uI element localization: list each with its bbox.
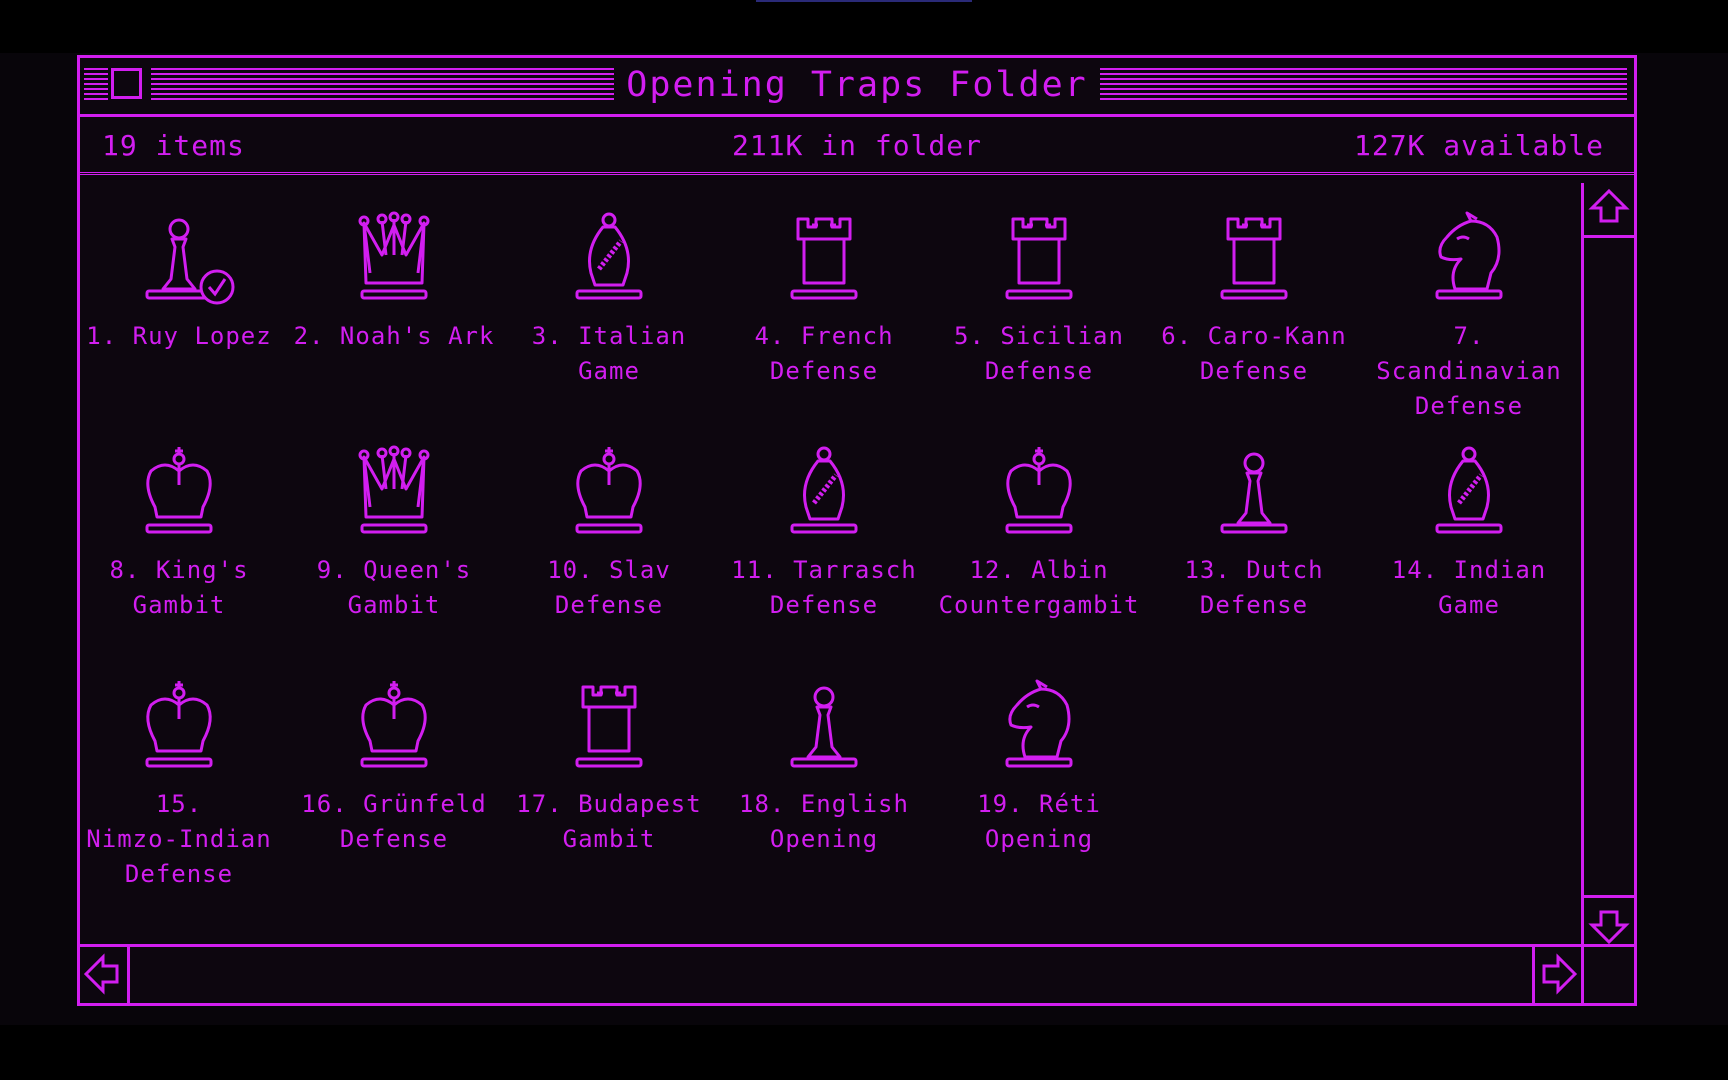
king-icon [575,447,643,534]
bishop-icon [790,446,858,534]
king-icon [145,681,213,768]
folder-item-label: 3. Italian Game [531,322,687,385]
folder-item[interactable]: 10. Slav Defense [502,443,716,623]
pawn-icon [145,218,235,305]
scroll-down-button[interactable] [1584,895,1634,950]
folder-item[interactable]: 9. Queen's Gambit [287,443,501,623]
folder-item[interactable]: 1. Ruy Lopez [72,209,286,354]
folder-item[interactable]: 7. Scandinavian Defense [1362,209,1576,424]
disk-available: 127K available [1353,129,1604,162]
folder-item[interactable]: 8. King's Gambit [72,443,286,623]
down-arrow-icon [1588,910,1630,945]
folder-item[interactable]: 15. Nimzo-Indian Defense [72,677,286,892]
close-box[interactable] [111,68,142,99]
queen-icon [358,211,430,300]
title-bar-stripes-left-small [84,68,108,101]
menu-bar-fragment [756,0,972,2]
vertical-scrollbar[interactable] [1581,183,1634,950]
scroll-right-button[interactable] [1532,947,1584,1003]
folder-item-label: 17. Budapest Gambit [516,790,702,853]
folder-item[interactable]: 6. Caro-Kann Defense [1147,209,1361,389]
folder-item-label: 1. Ruy Lopez [86,322,272,350]
folder-item-label: 11. Tarrasch Defense [731,556,917,619]
rook-icon [1220,217,1288,300]
bishop-icon [1435,446,1503,534]
size-box[interactable] [1584,947,1634,1003]
folder-item[interactable]: 5. Sicilian Defense [932,209,1146,389]
finder-window: Opening Traps Folder 19 items 211K in fo… [77,55,1637,1006]
king-icon [145,447,213,534]
folder-item-label: 8. King's Gambit [109,556,249,619]
title-bar-stripes [151,68,1627,101]
rook-icon [1005,217,1073,300]
pawn-icon [1220,452,1288,534]
queen-icon [358,445,430,534]
folder-item-label: 12. Albin Countergambit [938,556,1140,619]
checkmark-badge-icon [199,269,235,305]
folder-item[interactable]: 19. Réti Opening [932,677,1146,857]
folder-item-label: 18. English Opening [739,790,909,853]
horizontal-scrollbar[interactable] [80,944,1634,1003]
folder-item-label: 13. Dutch Defense [1184,556,1324,619]
folder-item-label: 7. Scandinavian Defense [1376,322,1562,420]
folder-item-label: 10. Slav Defense [547,556,671,619]
up-arrow-icon [1588,188,1630,223]
title-bar[interactable]: Opening Traps Folder [80,58,1634,117]
scroll-up-button[interactable] [1584,183,1634,238]
screen: Opening Traps Folder 19 items 211K in fo… [0,0,1728,1080]
rook-icon [575,685,643,768]
info-bar: 19 items 211K in folder 127K available [80,117,1634,175]
knight-icon [1435,211,1503,300]
scroll-left-button[interactable] [80,947,130,1003]
folder-item[interactable]: 4. French Defense [717,209,931,389]
bishop-icon [575,212,643,300]
folder-item-label: 15. Nimzo-Indian Defense [86,790,272,888]
folder-item[interactable]: 14. Indian Game [1362,443,1576,623]
left-arrow-icon [83,953,119,995]
folder-item[interactable]: 17. Budapest Gambit [502,677,716,857]
folder-item-label: 19. Réti Opening [977,790,1101,853]
king-icon [1005,447,1073,534]
knight-icon [1005,679,1073,768]
folder-item[interactable]: 12. Albin Countergambit [932,443,1146,623]
folder-item-label: 9. Queen's Gambit [316,556,472,619]
rook-icon [790,217,858,300]
folder-item-label: 5. Sicilian Defense [954,322,1124,385]
folder-item[interactable]: 2. Noah's Ark [287,209,501,354]
folder-item-label: 16. Grünfeld Defense [301,790,487,853]
folder-item-label: 2. Noah's Ark [293,322,495,350]
icon-view: 1. Ruy Lopez 2. Noah's Ark 3. Italian Game… [80,183,1587,950]
right-arrow-icon [1542,953,1578,995]
pawn-icon [790,686,858,768]
folder-item[interactable]: 11. Tarrasch Defense [717,443,931,623]
king-icon [360,681,428,768]
folder-item[interactable]: 16. Grünfeld Defense [287,677,501,857]
folder-item-label: 4. French Defense [754,322,894,385]
folder-item[interactable]: 3. Italian Game [502,209,716,389]
folder-item-label: 14. Indian Game [1391,556,1547,619]
folder-item[interactable]: 13. Dutch Defense [1147,443,1361,623]
folder-item-label: 6. Caro-Kann Defense [1161,322,1347,385]
folder-item[interactable]: 18. English Opening [717,677,931,857]
